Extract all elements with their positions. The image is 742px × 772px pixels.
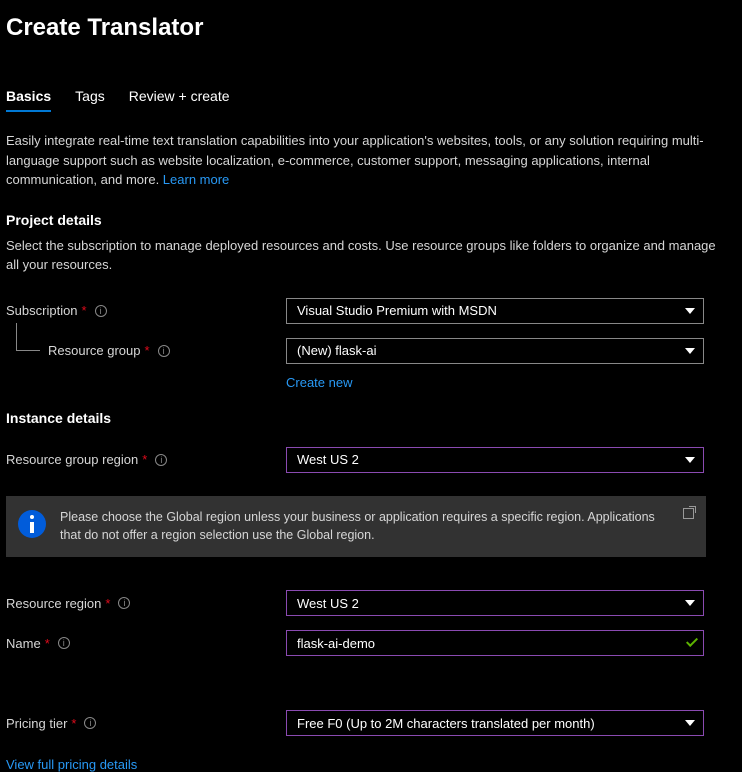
name-label-text: Name <box>6 636 41 651</box>
resource-group-region-row: Resource group region * i West US 2 <box>6 444 736 476</box>
chevron-down-icon <box>685 308 695 314</box>
page-title: Create Translator <box>6 14 736 42</box>
info-icon[interactable]: i <box>155 454 167 466</box>
resource-group-select[interactable]: (New) flask-ai <box>286 338 704 364</box>
name-input[interactable]: flask-ai-demo <box>286 630 704 656</box>
info-icon[interactable]: i <box>118 597 130 609</box>
resource-group-value: (New) flask-ai <box>297 343 376 358</box>
project-details-heading: Project details <box>6 212 736 228</box>
view-full-pricing-link[interactable]: View full pricing details <box>6 757 137 772</box>
resource-region-row: Resource region * i West US 2 <box>6 587 736 619</box>
intro-text: Easily integrate real-time text translat… <box>6 133 704 187</box>
info-icon[interactable]: i <box>158 345 170 357</box>
subscription-row: Subscription * i Visual Studio Premium w… <box>6 295 736 327</box>
resource-group-region-label: Resource group region * i <box>6 452 286 467</box>
resource-group-label-text: Resource group <box>48 343 141 358</box>
required-asterisk: * <box>71 716 76 731</box>
pricing-tier-value: Free F0 (Up to 2M characters translated … <box>297 716 595 731</box>
required-asterisk: * <box>105 596 110 611</box>
required-asterisk: * <box>142 452 147 467</box>
resource-region-value: West US 2 <box>297 596 359 611</box>
chevron-down-icon <box>685 348 695 354</box>
tabs-container: Basics Tags Review + create <box>6 82 736 113</box>
project-details-description: Select the subscription to manage deploy… <box>6 236 726 275</box>
pricing-tier-row: Pricing tier * i Free F0 (Up to 2M chara… <box>6 707 736 739</box>
region-info-banner: Please choose the Global region unless y… <box>6 496 706 558</box>
subscription-select[interactable]: Visual Studio Premium with MSDN <box>286 298 704 324</box>
tab-tags[interactable]: Tags <box>75 82 105 112</box>
chevron-down-icon <box>685 457 695 463</box>
required-asterisk: * <box>82 303 87 318</box>
required-asterisk: * <box>145 343 150 358</box>
check-icon <box>686 635 698 647</box>
tab-review-create[interactable]: Review + create <box>129 82 230 112</box>
info-banner-text: Please choose the Global region unless y… <box>60 508 663 546</box>
resource-region-label: Resource region * i <box>6 596 286 611</box>
resource-group-label: Resource group * i <box>6 343 286 358</box>
external-link-icon[interactable] <box>683 508 694 519</box>
pricing-tier-label-text: Pricing tier <box>6 716 67 731</box>
resource-region-label-text: Resource region <box>6 596 101 611</box>
required-asterisk: * <box>45 636 50 651</box>
name-row: Name * i flask-ai-demo <box>6 627 736 659</box>
resource-group-row: Resource group * i (New) flask-ai <box>6 335 736 367</box>
instance-details-heading: Instance details <box>6 410 736 426</box>
info-icon[interactable]: i <box>84 717 96 729</box>
learn-more-link[interactable]: Learn more <box>163 172 229 187</box>
subscription-label: Subscription * i <box>6 303 286 318</box>
tree-connector-icon <box>16 323 40 351</box>
create-new-link[interactable]: Create new <box>286 375 352 390</box>
resource-group-region-select[interactable]: West US 2 <box>286 447 704 473</box>
resource-region-select[interactable]: West US 2 <box>286 590 704 616</box>
subscription-label-text: Subscription <box>6 303 78 318</box>
resource-group-region-label-text: Resource group region <box>6 452 138 467</box>
info-icon[interactable]: i <box>95 305 107 317</box>
chevron-down-icon <box>685 720 695 726</box>
pricing-tier-select[interactable]: Free F0 (Up to 2M characters translated … <box>286 710 704 736</box>
info-icon[interactable]: i <box>58 637 70 649</box>
resource-group-region-value: West US 2 <box>297 452 359 467</box>
intro-description: Easily integrate real-time text translat… <box>6 131 726 190</box>
name-label: Name * i <box>6 636 286 651</box>
info-banner-icon <box>18 510 46 538</box>
subscription-value: Visual Studio Premium with MSDN <box>297 303 497 318</box>
name-value: flask-ai-demo <box>297 636 375 651</box>
chevron-down-icon <box>685 600 695 606</box>
tab-basics[interactable]: Basics <box>6 82 51 112</box>
pricing-tier-label: Pricing tier * i <box>6 716 286 731</box>
